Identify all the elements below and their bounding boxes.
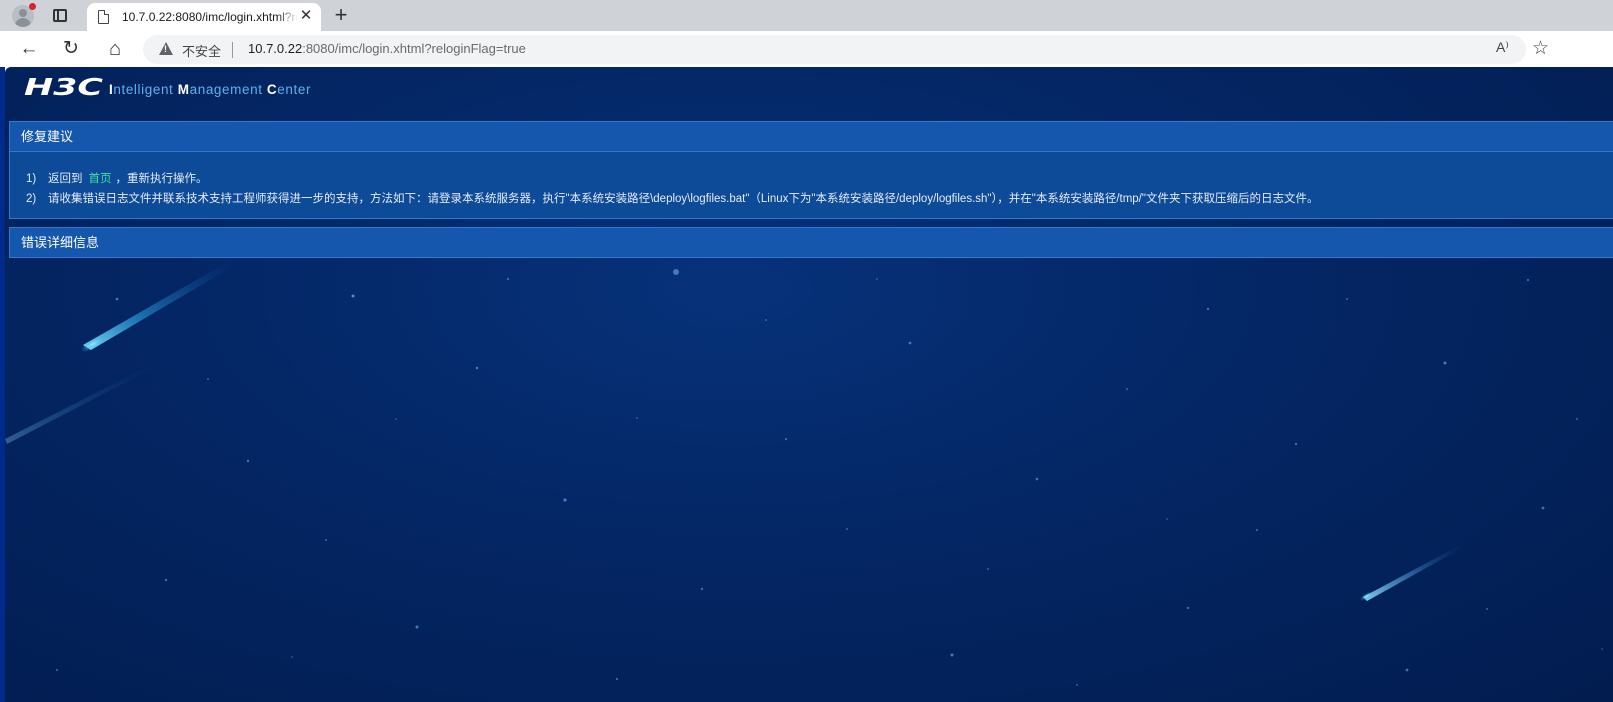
h3c-logo-text: H3C (24, 75, 103, 99)
product-initial: C (266, 82, 278, 97)
suggestions-panel-title: 修复建议 (9, 121, 1613, 152)
suggestions-panel-body: 1) 返回到 首页 ，重新执行操作。 2) 请收集错误日志文件并联系技术支持工程师获得进… (9, 152, 1613, 219)
back-arrow-icon[interactable]: ← (18, 38, 40, 60)
error-details-header[interactable]: 错误详细信息 (9, 227, 1613, 258)
suggestion-text: 请收集错误日志文件并联系技术支持工程师获得进一步的支持，方法如下：请登录本系统服… (48, 193, 1319, 205)
home-icon[interactable]: ⌂ (104, 38, 126, 60)
list-number: 1) (26, 173, 37, 185)
read-aloud-icon[interactable]: A⁾ (1496, 39, 1509, 56)
security-status[interactable]: 不安全 (182, 41, 221, 60)
suggestion-item-1: 1) 返回到 首页 ，重新执行操作。 (26, 170, 208, 186)
browser-tab-strip: 10.7.0.22:8080/imc/login.xhtml?reloginFl… (0, 0, 1613, 31)
home-page-link[interactable]: 首页 (89, 173, 112, 185)
url-text[interactable]: 10.7.0.22:8080/imc/login.xhtml?reloginFl… (248, 41, 526, 56)
product-word: anagement (189, 82, 267, 97)
star-icon[interactable]: ☆ (1532, 37, 1549, 60)
url-host: 10.7.0.22 (248, 41, 303, 56)
meteor-faint (5, 363, 157, 444)
url-path: :8080/imc/login.xhtml?reloginFlag=true (302, 41, 526, 56)
suggestion-text: ，重新执行操作。 (115, 173, 208, 185)
browser-toolbar: ← ↻ ⌂ 不安全 10.7.0.22:8080/imc/login.xhtml… (0, 31, 1613, 67)
suggestion-text: 返回到 (48, 173, 83, 185)
product-initial: M (177, 82, 190, 97)
suggestion-item-2: 2) 请收集错误日志文件并联系技术支持工程师获得进一步的支持，方法如下：请登录本系… (26, 190, 1318, 206)
meteor-streak-small (1363, 545, 1462, 601)
h3c-logo: H3C (24, 75, 103, 99)
tab-title: 10.7.0.22:8080/imc/login.xhtml?reloginFl… (122, 10, 298, 24)
tab-actions-icon[interactable] (53, 9, 67, 22)
meteor-streak (83, 259, 237, 350)
product-word: enter (277, 82, 312, 97)
browser-tab[interactable]: 10.7.0.22:8080/imc/login.xhtml?reloginFl… (87, 3, 321, 31)
product-name: Intelligent Management Center (109, 82, 311, 97)
page-icon (98, 10, 109, 24)
reload-icon[interactable]: ↻ (60, 38, 82, 60)
product-word: ntelligent (113, 82, 178, 97)
close-icon[interactable]: ✕ (298, 8, 314, 24)
star-dots (55, 269, 1603, 686)
warning-icon[interactable] (159, 42, 173, 55)
notification-dot (29, 3, 36, 10)
meteor-glow (80, 335, 106, 353)
plus-icon[interactable]: + (331, 4, 351, 26)
page-viewport: H3C Intelligent Management Center 修复建议 1… (5, 67, 1613, 702)
address-bar[interactable]: 不安全 10.7.0.22:8080/imc/login.xhtml?relog… (143, 35, 1526, 64)
address-divider (232, 42, 233, 58)
list-number: 2) (26, 193, 37, 205)
